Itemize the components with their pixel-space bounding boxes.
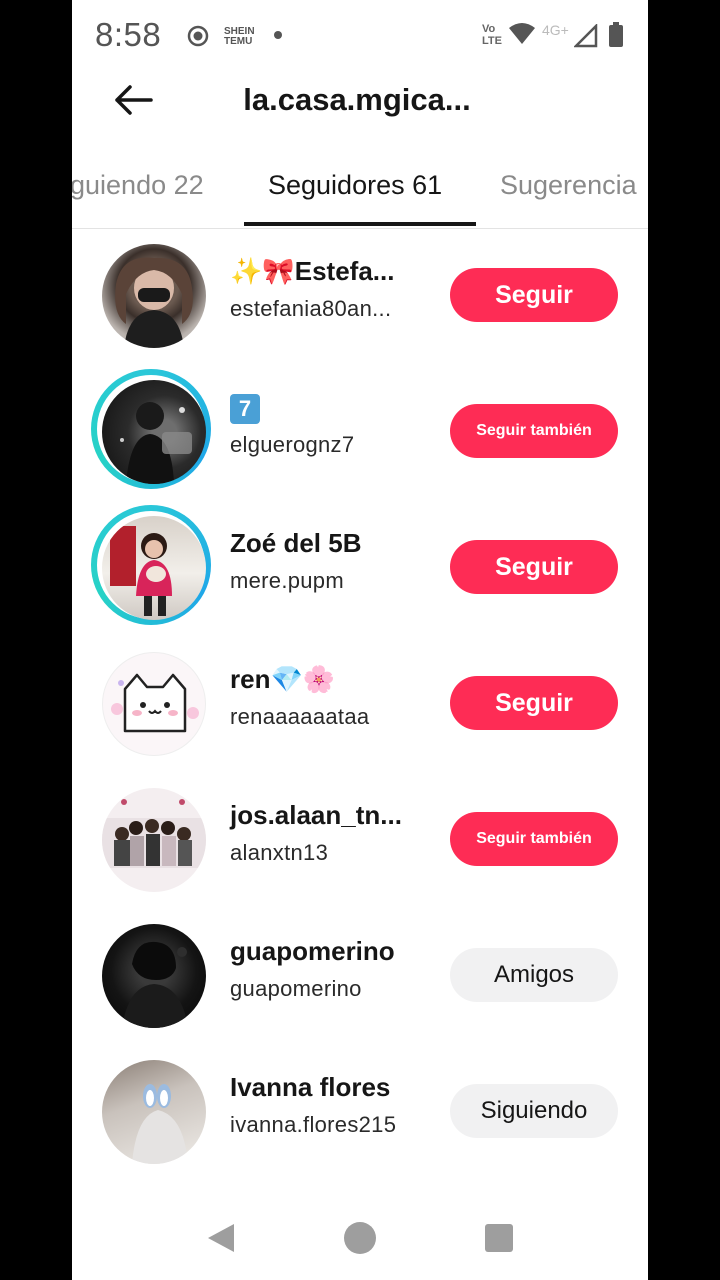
avatar-photo xyxy=(122,941,188,1028)
follower-username: ivanna.flores215 xyxy=(230,1112,397,1137)
avatar[interactable] xyxy=(100,242,208,350)
system-nav-bar xyxy=(72,1200,648,1280)
phone-screen: 8:58 SHEIN TEMU Vo LTE 4G+ la.casa.mgica..… xyxy=(72,0,648,1280)
back-button[interactable] xyxy=(108,76,158,124)
tab-seguidores[interactable]: Seguidores 61 xyxy=(268,170,442,201)
shein-temu-icon: SHEIN TEMU xyxy=(224,26,255,47)
status-time: 8:58 xyxy=(95,16,162,53)
avatar-story-ring[interactable] xyxy=(91,505,211,625)
follower-name: Zoé del 5B xyxy=(230,528,362,558)
battery-icon xyxy=(609,22,623,47)
wifi-icon xyxy=(509,23,535,44)
arrow-left-icon xyxy=(115,85,153,115)
avatar[interactable] xyxy=(100,1058,208,1166)
follow-button[interactable]: Seguir xyxy=(450,676,618,730)
nav-recents-icon[interactable] xyxy=(485,1224,513,1252)
list-item[interactable]: guapomerino guapomerino Amigos xyxy=(72,916,648,1036)
tab-siguiendo[interactable]: guiendo 22 xyxy=(72,170,204,201)
avatar-photo xyxy=(132,1084,188,1164)
screen-record-icon xyxy=(187,25,209,47)
status-bar: 8:58 SHEIN TEMU Vo LTE 4G+ xyxy=(72,0,648,70)
keycap-7-icon: 7 xyxy=(230,394,260,425)
avatar[interactable] xyxy=(100,650,208,758)
avatar-photo xyxy=(120,402,192,484)
follower-name: Ivanna flores xyxy=(230,1072,391,1102)
cat-avatar-icon xyxy=(111,673,199,733)
avatar-photo xyxy=(102,799,206,868)
follow-button[interactable]: Seguir xyxy=(450,540,618,594)
follower-username: estefania80an... xyxy=(230,296,392,321)
follower-username: guapomerino xyxy=(230,976,362,1001)
avatar[interactable] xyxy=(100,922,208,1030)
friends-button[interactable]: Amigos xyxy=(450,948,618,1002)
list-item[interactable]: jos.alaan_tn... alanxtn13 Seguir también xyxy=(72,780,648,900)
follower-name: ✨🎀Estefa... xyxy=(230,256,395,286)
list-item[interactable]: ✨🎀Estefa... estefania80an... Seguir xyxy=(72,236,648,356)
avatar-photo xyxy=(110,526,172,616)
notification-dot-icon xyxy=(274,31,282,39)
follower-username: renaaaaaataa xyxy=(230,704,370,729)
signal-icon xyxy=(574,24,598,48)
avatar[interactable] xyxy=(100,786,208,894)
network-type: 4G+ xyxy=(542,22,569,38)
following-button[interactable]: Siguiendo xyxy=(450,1084,618,1138)
list-item[interactable]: Zoé del 5B mere.pupm Seguir xyxy=(72,505,648,628)
list-item[interactable]: ren💎🌸 renaaaaaataa Seguir xyxy=(72,644,648,764)
list-item[interactable]: 7 elguerognz7 Seguir también xyxy=(72,369,648,492)
follower-name: ren💎🌸 xyxy=(230,664,336,694)
tab-sugerencias[interactable]: Sugerencia xyxy=(500,170,637,201)
follower-name: guapomerino xyxy=(230,936,395,966)
follower-name: 7 xyxy=(230,392,260,425)
follower-username: elguerognz7 xyxy=(230,432,355,457)
active-tab-indicator xyxy=(244,222,476,226)
follower-name: jos.alaan_tn... xyxy=(230,800,402,830)
tab-bar: guiendo 22 Seguidores 61 Sugerencia xyxy=(72,150,648,229)
volte-icon: Vo LTE xyxy=(482,23,502,47)
follower-username: alanxtn13 xyxy=(230,840,329,865)
avatar-photo xyxy=(115,257,193,348)
page-title: la.casa.mgica... xyxy=(243,82,471,117)
nav-back-icon[interactable] xyxy=(206,1222,236,1254)
list-item[interactable]: Ivanna flores ivanna.flores215 Siguiendo xyxy=(72,1052,648,1172)
header: la.casa.mgica... xyxy=(72,70,648,150)
follower-username: mere.pupm xyxy=(230,568,344,593)
follow-back-button[interactable]: Seguir también xyxy=(450,812,618,866)
avatar-story-ring[interactable] xyxy=(91,369,211,489)
follow-back-button[interactable]: Seguir también xyxy=(450,404,618,458)
nav-home-icon[interactable] xyxy=(344,1222,376,1254)
follow-button[interactable]: Seguir xyxy=(450,268,618,322)
